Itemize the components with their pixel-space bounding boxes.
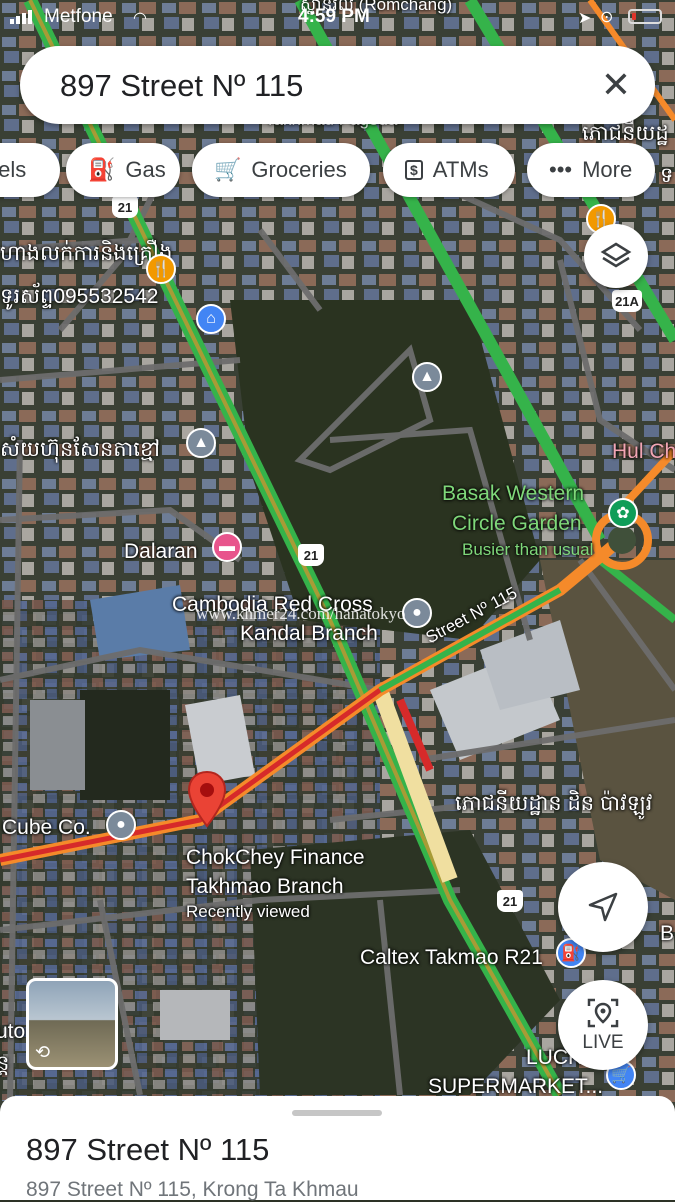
chip-more[interactable]: ••• More: [527, 143, 655, 197]
chip-hotels[interactable]: tels: [0, 143, 60, 197]
road-shield: 21A: [612, 290, 642, 312]
my-location-button[interactable]: [558, 862, 648, 952]
layers-icon: [600, 242, 632, 268]
map-label: ន្ត: [0, 1052, 10, 1075]
search-query[interactable]: 897 Street Nº 115: [60, 68, 303, 104]
rotation-lock-icon: ⊙: [600, 9, 614, 26]
chip-label: tels: [0, 157, 27, 182]
map-label[interactable]: Takhmao Branch: [186, 875, 344, 899]
map-label[interactable]: Circle Garden: [452, 512, 582, 536]
school-pin-icon[interactable]: ▲: [186, 428, 216, 458]
signal-icon: [10, 10, 32, 24]
clock: 4:59 PM: [298, 6, 370, 27]
map-label: Hul Ch: [612, 440, 675, 463]
location-services-icon: ➤: [578, 10, 592, 27]
chip-atms[interactable]: $ ATMs: [383, 143, 515, 197]
chip-label: More: [582, 157, 633, 182]
road-shield: 21: [298, 544, 324, 566]
search-bar[interactable]: 897 Street Nº 115 ✕: [20, 46, 655, 124]
cart-icon: 🛒: [214, 157, 242, 182]
more-dots-icon: •••: [549, 157, 573, 182]
carrier-name: Metfone: [44, 6, 113, 27]
place-address: 897 Street Nº 115, Krong Ta Khmau: [26, 1178, 359, 1201]
place-bottom-sheet[interactable]: 897 Street Nº 115 897 Street Nº 115, Kro…: [0, 1096, 675, 1201]
restaurant-pin-icon[interactable]: 🍴: [146, 254, 176, 284]
business-pin-icon[interactable]: ●: [106, 810, 136, 840]
school-pin-icon[interactable]: ▲: [412, 362, 442, 392]
park-pin-icon[interactable]: ✿: [608, 498, 638, 528]
selected-location-pin-icon[interactable]: [186, 770, 228, 830]
building-pin-icon[interactable]: ●: [402, 598, 432, 628]
map-label: សំយហ៊ុនសែនតាខ្មៅ: [0, 438, 160, 461]
road-shield: 21: [112, 196, 138, 218]
gas-pump-icon: ⛽: [88, 157, 116, 182]
map-label[interactable]: Basak Western: [442, 482, 584, 506]
layers-button[interactable]: [584, 224, 648, 288]
map-label[interactable]: ChokChey Finance: [186, 846, 365, 870]
rotate-360-icon: ⟲: [35, 1042, 51, 1062]
chip-label: Gas: [125, 157, 166, 182]
wifi-icon: ◠: [133, 10, 147, 27]
shopping-pin-icon[interactable]: ⌂: [196, 304, 226, 334]
place-title: 897 Street Nº 115: [26, 1132, 270, 1167]
map-label: ទូរស័ព្ទ095532542: [0, 285, 159, 308]
road-shield: 21: [497, 890, 523, 912]
map-label: ទ: [660, 164, 674, 187]
chip-label: Groceries: [251, 157, 347, 182]
map-label[interactable]: Caltex Takmao R21: [360, 946, 543, 970]
chip-label: ATMs: [432, 157, 489, 182]
live-view-icon: [587, 998, 619, 1028]
live-view-button[interactable]: LIVE: [558, 980, 648, 1070]
drag-handle[interactable]: [292, 1110, 382, 1116]
battery-icon: [628, 9, 662, 24]
map-label[interactable]: Dalaran: [124, 540, 198, 564]
chip-groceries[interactable]: 🛒 Groceries: [192, 143, 370, 197]
watermark: www.khmer24.com/hanatokyo: [196, 604, 406, 623]
atm-icon: $: [405, 160, 423, 180]
map-label-sub: Busier than usual: [462, 540, 594, 559]
live-label: LIVE: [582, 1032, 624, 1053]
map-label-sub: Recently viewed: [186, 902, 310, 921]
chip-gas[interactable]: ⛽ Gas: [66, 143, 180, 197]
hotel-pin-icon[interactable]: ▬: [212, 532, 242, 562]
map-label: B: [660, 922, 675, 945]
map-label[interactable]: Cube Co.: [2, 816, 91, 840]
map-label[interactable]: ភោជនីយដ្ឋាន ដិន ប៉ាវឡូវ: [455, 790, 652, 821]
street-view-thumbnail[interactable]: ⟲: [26, 978, 118, 1070]
map-label[interactable]: Kandal Branch: [240, 622, 378, 646]
status-bar: Metfone ◠ 4:59 PM ➤ ⊙: [0, 0, 675, 34]
close-icon[interactable]: ✕: [601, 64, 631, 106]
map-label: uto: [0, 1020, 26, 1043]
navigation-arrow-icon: [588, 892, 618, 922]
